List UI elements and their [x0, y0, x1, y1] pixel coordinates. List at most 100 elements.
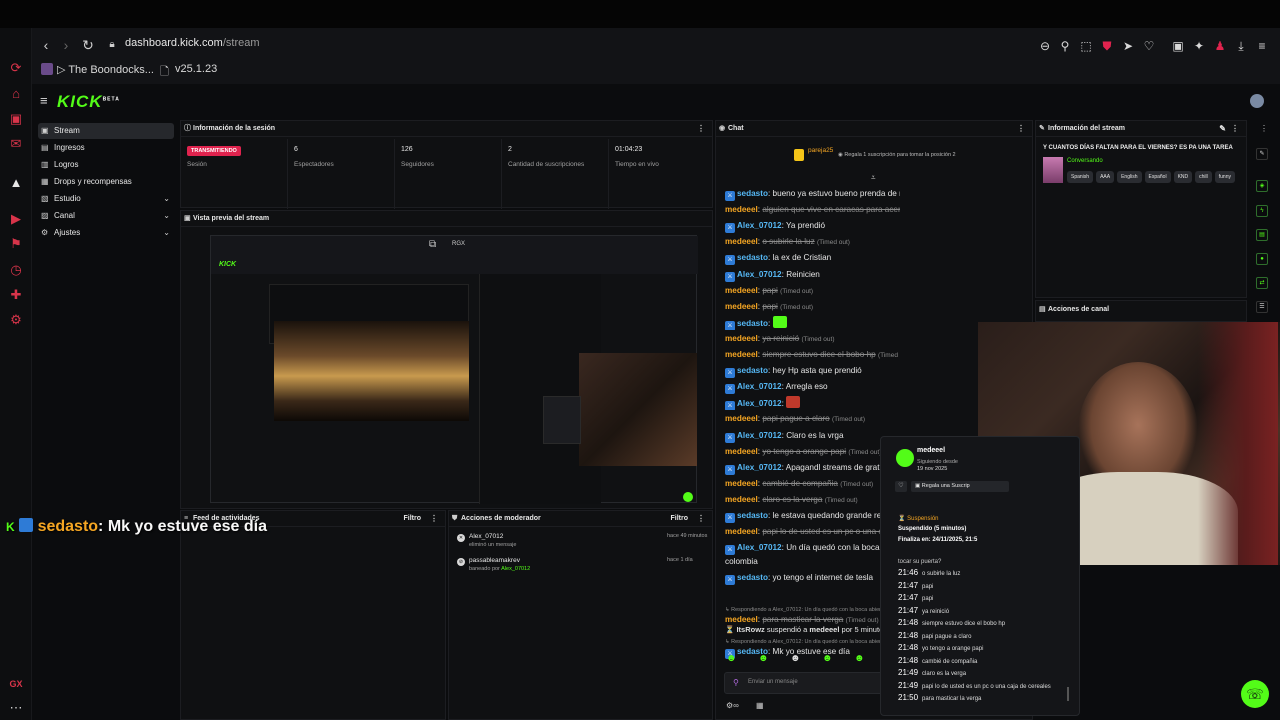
- bookmark-boondocks[interactable]: ▷ The Boondocks...: [57, 63, 154, 76]
- filter-button[interactable]: Filtro: [404, 511, 422, 527]
- pin-page-icon[interactable]: ⚲: [1057, 38, 1073, 54]
- snapshot-icon[interactable]: ⬚: [1078, 38, 1094, 54]
- emote-icon: [786, 396, 801, 409]
- preview-popout-label: RGX: [452, 241, 466, 247]
- history-item: 21:47 papi: [898, 580, 934, 590]
- collapse-icon[interactable]: ⩡: [871, 173, 876, 183]
- scrollbar[interactable]: [1067, 687, 1069, 701]
- filter-button[interactable]: Filtro: [671, 511, 689, 527]
- tag[interactable]: Spanish: [1067, 171, 1094, 183]
- gift-sub-button[interactable]: ▣ Regala una Suscrip: [911, 481, 1009, 492]
- gmail-icon[interactable]: ✉: [8, 136, 24, 152]
- gx-logo[interactable]: GX: [8, 676, 24, 692]
- more-icon[interactable]: ⋮: [1017, 121, 1025, 137]
- tag[interactable]: AAA: [1096, 171, 1115, 183]
- more-icon[interactable]: ⋮: [1231, 121, 1239, 137]
- history-item: 21:49 papi lo de usted es un pc o una caj…: [898, 680, 1051, 690]
- delete-icon: ✕: [457, 534, 465, 542]
- sidebar-item-ajustes[interactable]: ⚙ Ajustes ⌄: [38, 225, 174, 241]
- session-info-panel: ⓘ Información de la sesión ⋮ TRANSMITIENDO…: [180, 120, 713, 209]
- kick-app-icon[interactable]: ▲: [8, 175, 24, 191]
- gamepad-icon[interactable]: ▣: [1170, 38, 1186, 54]
- settings-icon[interactable]: ⚙∞: [726, 701, 739, 710]
- tag[interactable]: Español: [1144, 171, 1171, 183]
- chat-message: medeeel: o subirle la luz (Timed out): [725, 237, 850, 247]
- chat-message: medeeel: papi pague a claro (Timed out): [725, 414, 865, 424]
- clock-icon[interactable]: ◷: [8, 262, 24, 278]
- sidebar-item-canal[interactable]: ▨ Canal ⌄: [38, 208, 174, 224]
- chat-message: ⚔ Alex_07012: Claro es la vrga: [725, 429, 900, 443]
- heart-icon[interactable]: ♡: [1141, 38, 1157, 54]
- emote-icon[interactable]: ☻: [854, 653, 865, 664]
- following-label: Siguiendo desde: [917, 459, 958, 465]
- shield-icon[interactable]: ⛊: [1099, 38, 1115, 54]
- system-message: ⏳ ItsRowz suspendió a medeeel por 5 minu…: [725, 625, 887, 634]
- emote-icon: [772, 315, 787, 328]
- extensions-icon[interactable]: ✚: [8, 287, 24, 303]
- zoom-icon[interactable]: ⊖: [1037, 38, 1053, 54]
- tag[interactable]: KND: [1173, 171, 1193, 183]
- profile-icon[interactable]: ♟: [1212, 38, 1228, 54]
- history-item: 21:48 siempre estuvo dice el bobo hp: [898, 618, 1006, 627]
- more-icon[interactable]: ⋮: [430, 511, 438, 527]
- emote-icon[interactable]: ☻: [790, 653, 801, 664]
- chat-message: ⚔ Alex_07012: Un día quedó con la boca ab: [725, 541, 900, 556]
- edit-icon[interactable]: ✎: [1219, 121, 1226, 137]
- forward-icon[interactable]: ›: [57, 36, 75, 54]
- pin-icon[interactable]: ⚑: [8, 236, 24, 252]
- bolt-icon[interactable]: ϟ: [1256, 205, 1268, 217]
- reload-icon[interactable]: ↻: [79, 36, 97, 54]
- address-bar[interactable]: dashboard.kick.com/stream: [125, 37, 260, 49]
- sidebar-item-stream[interactable]: ▣ Stream: [38, 123, 174, 139]
- settings-icon[interactable]: ⚙: [8, 312, 24, 328]
- sidebar-item-ingresos[interactable]: ▤ Ingresos: [38, 140, 174, 156]
- raid-icon[interactable]: ⇄: [1256, 277, 1268, 289]
- send-icon[interactable]: ➤: [1120, 38, 1136, 54]
- avatar[interactable]: [1250, 94, 1264, 108]
- support-button[interactable]: ☏: [1241, 680, 1269, 708]
- download-icon[interactable]: ⤓: [1233, 38, 1249, 54]
- mod-tools-icon[interactable]: ◈: [1256, 180, 1268, 192]
- tag[interactable]: funny: [1214, 171, 1235, 183]
- tag[interactable]: English: [1117, 171, 1142, 183]
- sidebar-item-estudio[interactable]: ▧ Estudio ⌄: [38, 191, 174, 207]
- category-name[interactable]: Conversando: [1067, 158, 1103, 164]
- emote-icon[interactable]: ☻: [822, 653, 833, 664]
- sidebar-item-logros[interactable]: ▥ Logros: [38, 157, 174, 173]
- wrench-icon: ✎: [1039, 125, 1045, 132]
- user-card-popup: medeeel Siguiendo desde 19 nov 2025 ♡ ▣ …: [880, 436, 1080, 716]
- more-icon[interactable]: ⋮: [1260, 124, 1268, 133]
- refresh-icon[interactable]: ⟳: [8, 60, 24, 76]
- play-icon[interactable]: ▶: [8, 211, 24, 227]
- info-icon: ⓘ: [184, 125, 191, 132]
- sidebar-item-drops[interactable]: ▦ Drops y recompensas: [38, 174, 174, 190]
- clipboard-icon[interactable]: ▤: [1256, 229, 1268, 241]
- chat-message: medeeel: papi (Timed out): [725, 285, 814, 295]
- list-icon[interactable]: ☰: [1256, 301, 1268, 313]
- twitch-icon[interactable]: ▣: [8, 111, 24, 127]
- bag-icon[interactable]: ⌂: [8, 86, 24, 102]
- bookmark-version[interactable]: v25.1.23: [175, 63, 217, 75]
- popout-icon[interactable]: ⧉: [429, 239, 436, 250]
- emote-icon[interactable]: ☻: [758, 653, 769, 664]
- edit-icon[interactable]: ✎: [1256, 148, 1268, 160]
- chat-icon[interactable]: ●: [1256, 253, 1268, 265]
- pinned-user: pareja25: [808, 147, 834, 154]
- bookmarks-bar: ▷ The Boondocks... 🗋︎ v25.1.23: [32, 60, 1280, 80]
- hamburger-icon[interactable]: ≡: [40, 93, 48, 108]
- back-icon[interactable]: ‹: [37, 36, 55, 54]
- history-item: 21:49 claro es la verga: [898, 668, 967, 677]
- kick-logo[interactable]: KICKBETA: [57, 92, 120, 112]
- more-icon[interactable]: ⋮: [697, 121, 705, 137]
- heart-icon[interactable]: ♡: [895, 481, 907, 492]
- chat-input[interactable]: ⚲ Enviar un mensaje: [724, 672, 884, 694]
- menu-icon[interactable]: ≡: [1254, 38, 1270, 54]
- tag[interactable]: chill: [1195, 171, 1212, 183]
- puzzle-icon[interactable]: ✦: [1191, 38, 1207, 54]
- more-icon[interactable]: ⋯: [8, 700, 24, 716]
- more-icon[interactable]: ⋮: [697, 511, 705, 527]
- emote-icon[interactable]: ☻: [726, 653, 737, 664]
- mic-icon[interactable]: ⚲: [733, 678, 739, 687]
- calendar-icon[interactable]: ▦: [756, 701, 764, 710]
- stream-preview-video[interactable]: KICK ⧉ RGX: [210, 235, 698, 504]
